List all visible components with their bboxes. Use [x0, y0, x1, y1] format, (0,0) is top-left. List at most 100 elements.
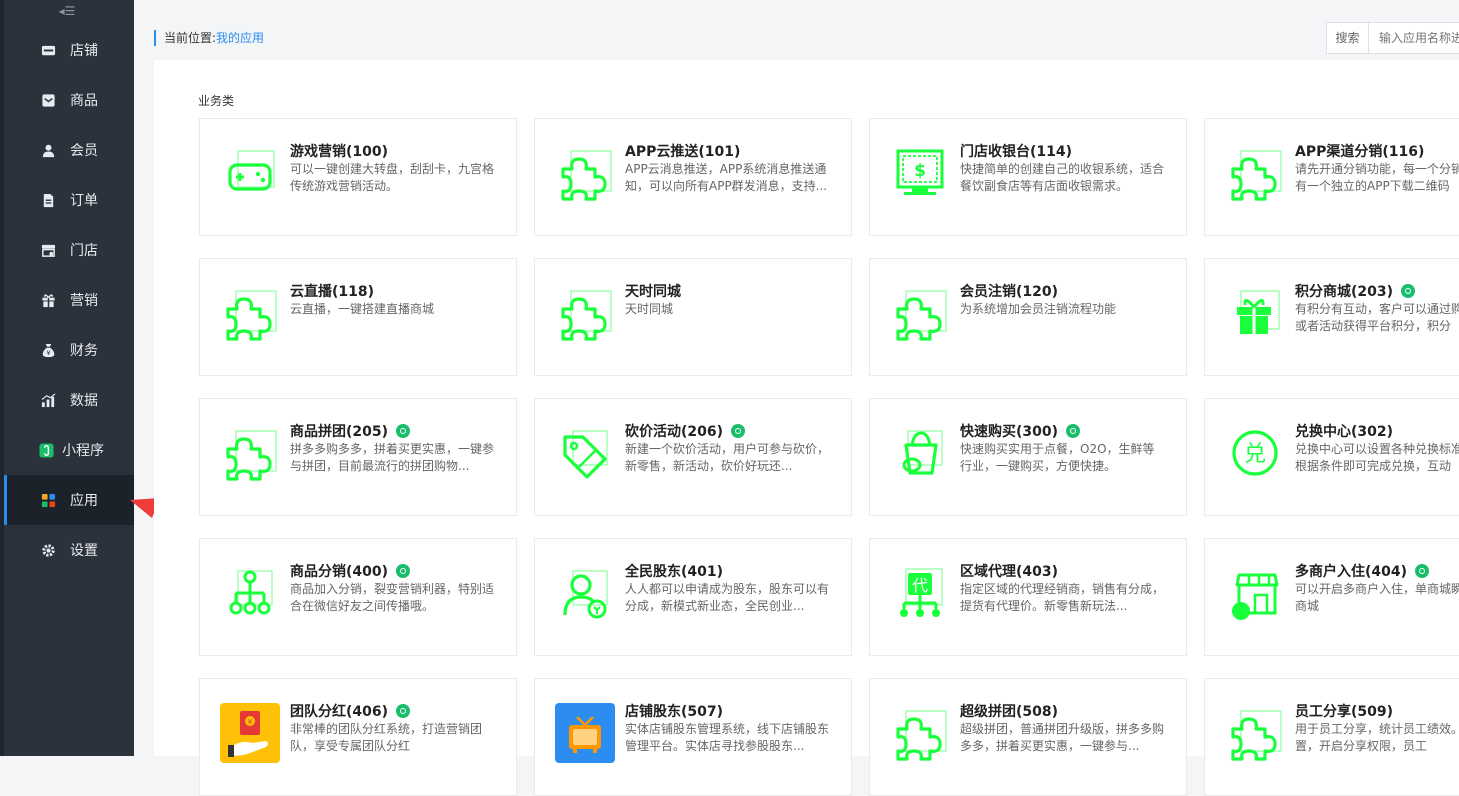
sidebar-item-label: 小程序 [62, 443, 104, 459]
app-card[interactable]: 快速购买(300) 快速购买实用于点餐，O2O，生鲜等行业，一键购买，方便快捷。 [869, 398, 1187, 516]
app-card-description: 有积分有互动，客户可以通过购买商品或者活动获得平台积分，积分 [1295, 302, 1459, 333]
app-card-title: 商品分销(400) [290, 564, 389, 580]
puzzle-icon [1225, 703, 1285, 763]
app-card[interactable]: 多商户入住(404) 可以开启多商户入住，单商城瞬间变多商城 [1204, 538, 1459, 656]
sidebar-item-0[interactable]: 店铺 [4, 25, 134, 75]
sidebar-item-label: 订单 [70, 193, 98, 209]
app-card[interactable]: APP渠道分销(116) 请先开通分销功能，每一个分销商都会有一个独立的APP下载… [1204, 118, 1459, 236]
app-card-description: 请先开通分销功能，每一个分销商都会有一个独立的APP下载二维码 [1295, 162, 1459, 193]
app-card-title: 云直播(118) [290, 284, 375, 300]
sidebar-item-3[interactable]: 订单 [4, 175, 134, 225]
app-card-title: 会员注销(120) [960, 284, 1059, 300]
app-card[interactable]: 员工分享(509) 用于员工分享，统计员工绩效。后台设置，开启分享权限，员工 [1204, 678, 1459, 796]
sidebar-item-label: 营销 [70, 293, 98, 309]
sidebar-item-6[interactable]: ¥ 财务 [4, 325, 134, 375]
app-card[interactable]: 兑 兑换中心(302) 兑换中心可以设置各种兑换标准，会员根据条件即可完成兑换，互动 [1204, 398, 1459, 516]
price-tag-icon [555, 423, 615, 483]
app-card-title: 多商户入住(404) [1295, 564, 1408, 580]
shareholder-icon [555, 563, 615, 623]
app-card-title-row: 云直播(118) [290, 281, 374, 301]
sidebar-item-2[interactable]: 会员 [4, 125, 134, 175]
sidebar-item-label: 店铺 [70, 43, 98, 59]
app-card[interactable]: 代 区域代理(403) 指定区域的代理经销商，销售有分成，提货有代理价。新零售新玩法… [869, 538, 1187, 656]
fast-buy-icon [890, 423, 950, 483]
app-list-panel: 业务类 游戏营销(100) 可以一键创建大转盘，刮刮卡，九宫格传统游戏营销活动。 A… [154, 60, 1459, 796]
app-card-description: APP云消息推送，APP系统消息推送通知，可以向所有APP群发消息，支持... [625, 162, 828, 193]
app-card[interactable]: $ 门店收银台(114) 快捷简单的创建自己的收银系统，适合餐饮副食店等有店面收银需… [869, 118, 1187, 236]
app-card[interactable]: 会员注销(120) 为系统增加会员注销流程功能 [869, 258, 1187, 376]
sidebar-item-7[interactable]: 数据 [4, 375, 134, 425]
sidebar-item-10[interactable]: 设置 [4, 525, 134, 575]
network-icon [220, 563, 280, 623]
app-card[interactable]: 超级拼团(508) 超级拼团，普通拼团升级版，拼多多购多多，拼着买更实惠，一键参与… [869, 678, 1187, 796]
app-card-title-row: 门店收银台(114) [960, 141, 1072, 161]
app-card-title: 全民股东(401) [625, 564, 724, 580]
sidebar-collapse-button[interactable]: ◂☰ [0, 0, 134, 24]
shop-icon [40, 242, 56, 258]
app-card-description: 商品加入分销，裂变营销利器，特别适合在微信好友之间传播哦。 [290, 582, 495, 613]
search-input[interactable] [1369, 23, 1459, 53]
app-card[interactable]: ¥ 团队分红(406) 非常棒的团队分红系统，打造营销团队，享受专属团队分红 [199, 678, 517, 796]
app-card-title-row: 区域代理(403) [960, 561, 1058, 581]
money-bag-icon: ¥ [40, 342, 56, 358]
search-box: 搜索 [1326, 22, 1459, 54]
app-card-title-row: 员工分享(509) [1295, 701, 1393, 721]
agent-icon: 代 [890, 563, 950, 623]
sidebar-item-label: 门店 [70, 243, 98, 259]
app-card-title-row: 会员注销(120) [960, 281, 1058, 301]
order-icon [40, 192, 56, 208]
app-card-title-row: 快速购买(300) [960, 421, 1081, 441]
app-card-title: 天时同城 [625, 284, 681, 300]
link-badge-icon [396, 424, 411, 438]
app-card[interactable]: APP云推送(101) APP云消息推送，APP系统消息推送通知，可以向所有APP… [534, 118, 852, 236]
sidebar-item-8[interactable]: 小程序 [4, 425, 134, 475]
goods-icon [40, 92, 56, 108]
gift-box-icon [1225, 283, 1285, 343]
app-card-title: 商品拼团(205) [290, 424, 389, 440]
app-card-description: 用于员工分享，统计员工绩效。后台设置，开启分享权限，员工 [1295, 722, 1459, 753]
app-card-title: 兑换中心(302) [1295, 424, 1394, 440]
apps-grid-icon [40, 492, 56, 508]
bar-chart-icon [40, 392, 56, 408]
sidebar-item-5[interactable]: 营销 [4, 275, 134, 325]
app-card[interactable]: 全民股东(401) 人人都可以申请成为股东，股东可以有分成，新模式新业态，全民创业… [534, 538, 852, 656]
section-title: 业务类 [198, 94, 235, 108]
app-card[interactable]: 游戏营销(100) 可以一键创建大转盘，刮刮卡，九宫格传统游戏营销活动。 [199, 118, 517, 236]
app-card[interactable]: 商品分销(400) 商品加入分销，裂变营销利器，特别适合在微信好友之间传播哦。 [199, 538, 517, 656]
sidebar-item-label: 设置 [70, 543, 98, 559]
app-card-description: 可以一键创建大转盘，刮刮卡，九宫格传统游戏营销活动。 [290, 162, 495, 193]
sidebar-item-9[interactable]: 应用 [4, 475, 134, 525]
link-badge-icon [1415, 564, 1430, 578]
app-card[interactable]: 砍价活动(206) 新建一个砍价活动，用户可参与砍价，新零售，新活动，砍价好玩还.… [534, 398, 852, 516]
app-card-description: 快捷简单的创建自己的收银系统，适合餐饮副食店等有店面收银需求。 [960, 162, 1165, 193]
app-card-description: 云直播，一键搭建直播商城 [290, 302, 435, 316]
app-card[interactable]: 云直播(118) 云直播，一键搭建直播商城 [199, 258, 517, 376]
breadcrumb-current[interactable]: 我的应用 [216, 31, 264, 45]
sidebar-item-4[interactable]: 门店 [4, 225, 134, 275]
store-icon [40, 42, 56, 58]
app-card-title: 砍价活动(206) [625, 424, 724, 440]
puzzle-icon [1225, 143, 1285, 203]
app-card-description: 拼多多购多多，拼着买更实惠，一键参与拼团，目前最流行的拼团购物... [290, 442, 495, 473]
app-card[interactable]: 店铺股东(507) 实体店铺股东管理系统，线下店铺股东管理平台。实体店寻找参股股东… [534, 678, 852, 796]
cashier-icon: $ [890, 143, 950, 203]
search-button[interactable]: 搜索 [1327, 23, 1369, 53]
exchange-icon: 兑 [1225, 423, 1285, 483]
gamepad-icon [220, 143, 280, 203]
app-card-description: 可以开启多商户入住，单商城瞬间变多商城 [1295, 582, 1459, 613]
app-card-title-row: 团队分红(406) [290, 701, 411, 721]
app-card[interactable]: 积分商城(203) 有积分有互动，客户可以通过购买商品或者活动获得平台积分，积分 [1204, 258, 1459, 376]
member-icon [40, 142, 56, 158]
app-card[interactable]: 商品拼团(205) 拼多多购多多，拼着买更实惠，一键参与拼团，目前最流行的拼团购物… [199, 398, 517, 516]
sidebar-item-1[interactable]: 商品 [4, 75, 134, 125]
app-card-title-row: APP云推送(101) [625, 141, 740, 161]
svg-text:$: $ [914, 161, 926, 181]
link-badge-icon [1066, 424, 1081, 438]
sidebar-item-label: 商品 [70, 93, 98, 109]
puzzle-icon [220, 423, 280, 483]
app-card[interactable]: 天时同城 天时同城 [534, 258, 852, 376]
app-card-title-row: 全民股东(401) [625, 561, 723, 581]
breadcrumb-prefix: 当前位置: [164, 31, 217, 45]
app-card-title: 员工分享(509) [1295, 704, 1394, 720]
sidebar-item-label: 数据 [70, 393, 98, 409]
